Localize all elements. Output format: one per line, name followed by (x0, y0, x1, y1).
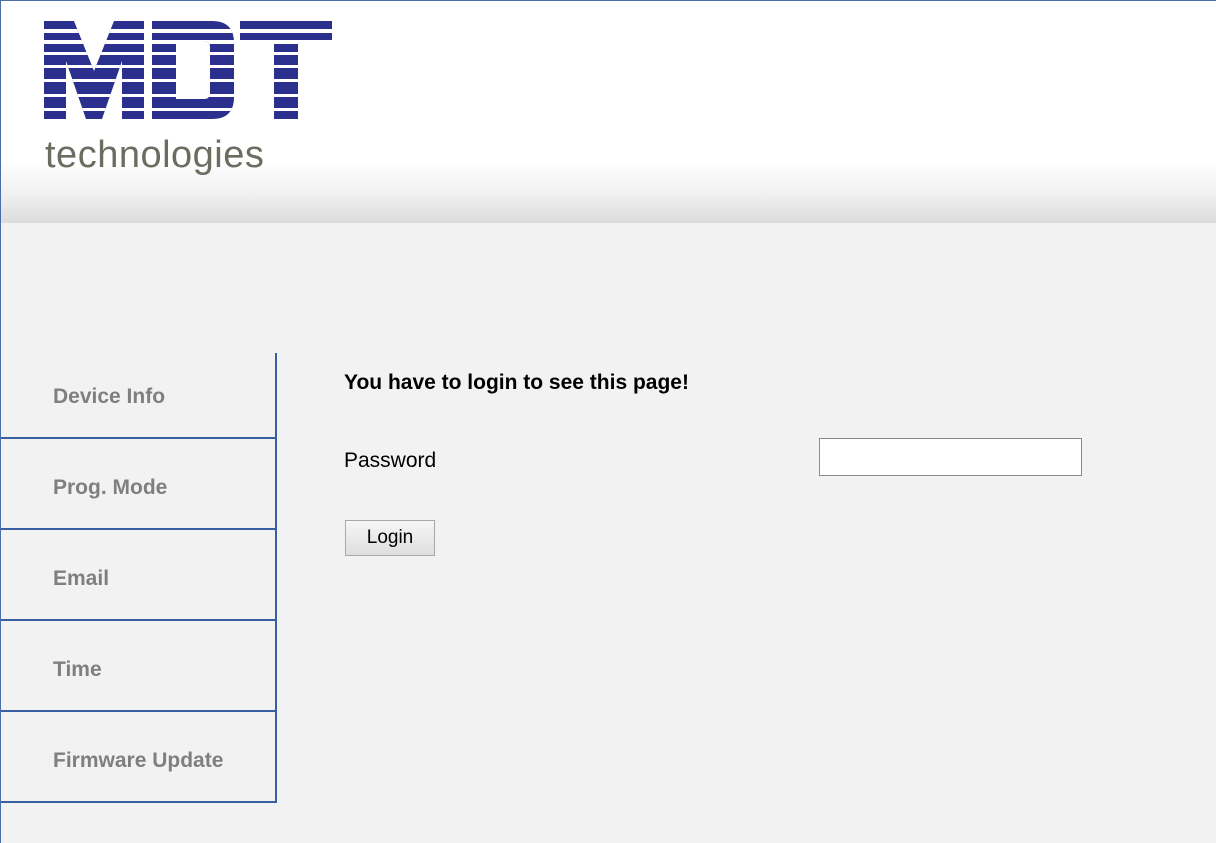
logo-subtitle: technologies (45, 134, 265, 176)
login-panel: You have to login to see this page! Pass… (344, 371, 1144, 556)
nav-item-label: Firmware Update (53, 749, 224, 772)
nav-item-firmware-update[interactable]: Firmware Update (1, 712, 277, 803)
nav-item-prog-mode[interactable]: Prog. Mode (1, 439, 277, 530)
app-window: technologies Device Info Prog. Mode Emai… (0, 0, 1216, 843)
nav-item-label: Prog. Mode (53, 476, 168, 499)
login-button[interactable]: Login (345, 520, 435, 556)
header: technologies (1, 1, 1216, 223)
nav-item-label: Device Info (53, 385, 166, 408)
nav-item-label: Time (53, 658, 102, 681)
nav-item-time[interactable]: Time (1, 621, 277, 712)
nav-item-label: Email (53, 567, 110, 590)
nav-item-email[interactable]: Email (1, 530, 277, 621)
password-input[interactable] (819, 438, 1082, 476)
password-row: Password (344, 438, 1104, 489)
login-required-message: You have to login to see this page! (344, 371, 689, 394)
nav-item-device-info[interactable]: Device Info (1, 353, 277, 439)
password-label: Password (344, 449, 437, 472)
mdt-logo-mark (44, 21, 332, 119)
mdt-logo: technologies (44, 21, 334, 181)
sidebar-nav: Device Info Prog. Mode Email Time Firmwa… (1, 353, 277, 803)
